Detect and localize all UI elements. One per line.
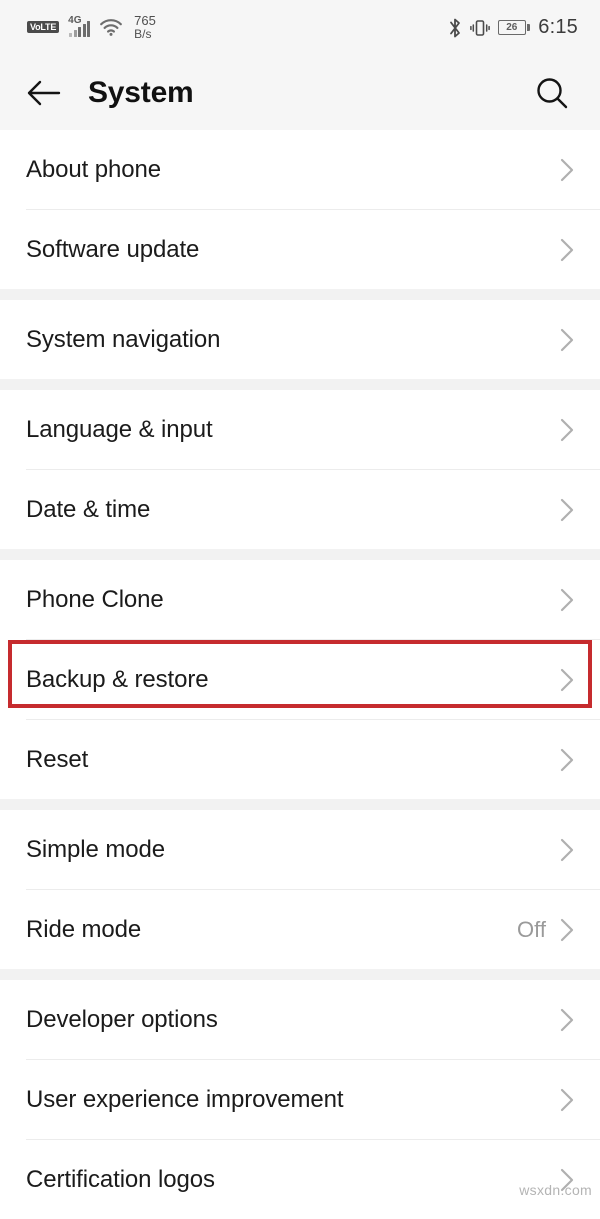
- battery-percent-label: 26: [506, 21, 518, 33]
- chevron-right-icon: [556, 665, 578, 695]
- list-item[interactable]: Phone Clone: [0, 560, 600, 639]
- chevron-right-icon: [556, 415, 578, 445]
- page-title: System: [88, 75, 194, 109]
- list-item[interactable]: Developer options: [0, 980, 600, 1059]
- chevron-right-icon: [556, 1005, 578, 1035]
- list-item-label: Language & input: [26, 415, 213, 443]
- list-item[interactable]: About phone: [0, 130, 600, 209]
- list-item-label: System navigation: [26, 325, 221, 353]
- settings-group: Simple mode Ride mode Off: [0, 810, 600, 969]
- list-item[interactable]: Ride mode Off: [0, 890, 600, 969]
- settings-group: About phone Software update: [0, 130, 600, 289]
- settings-group: Language & input Date & time: [0, 390, 600, 549]
- chevron-right-icon: [556, 835, 578, 865]
- list-item-label: About phone: [26, 155, 162, 183]
- list-item-label: Reset: [26, 745, 89, 773]
- chevron-right-icon: [556, 235, 578, 265]
- network-speed-indicator: 765 B/s: [134, 14, 156, 40]
- cellular-signal-icon: 4G: [68, 15, 91, 38]
- list-item-label: Simple mode: [26, 835, 165, 863]
- list-item[interactable]: System navigation: [0, 300, 600, 379]
- chevron-right-icon: [556, 495, 578, 525]
- list-item[interactable]: Language & input: [0, 390, 600, 469]
- status-bar-left: VoLTE 4G 765 B/s: [27, 14, 156, 40]
- network-generation-label: 4G: [68, 15, 82, 27]
- list-item-label: Ride mode: [26, 915, 142, 943]
- list-item-label: Developer options: [26, 1005, 218, 1033]
- list-item[interactable]: Backup & restore: [0, 640, 600, 719]
- list-item-label: User experience improvement: [26, 1085, 344, 1113]
- bluetooth-icon: [448, 17, 462, 39]
- network-speed-unit: B/s: [134, 27, 152, 42]
- settings-group: Phone Clone Backup & restore Reset: [0, 560, 600, 799]
- list-item[interactable]: Certification logos: [0, 1140, 600, 1219]
- chevron-right-icon: [556, 585, 578, 615]
- chevron-right-icon: [556, 155, 578, 185]
- list-item[interactable]: Software update: [0, 210, 600, 289]
- search-button[interactable]: [529, 70, 575, 116]
- status-bar-right: 26 6:15: [448, 16, 578, 39]
- chevron-right-icon: [556, 325, 578, 355]
- list-item[interactable]: Simple mode: [0, 810, 600, 889]
- list-item[interactable]: Date & time: [0, 470, 600, 549]
- list-item-value: Off: [517, 916, 546, 942]
- list-item-label: Backup & restore: [26, 665, 209, 693]
- list-item-label: Software update: [26, 235, 200, 263]
- list-item-label: Date & time: [26, 495, 151, 523]
- list-item[interactable]: Reset: [0, 720, 600, 799]
- watermark: wsxdn.com: [519, 1182, 592, 1198]
- status-bar: VoLTE 4G 765 B/s 26 6:15: [0, 0, 600, 55]
- back-arrow-icon: [26, 78, 62, 108]
- network-speed-value: 765: [134, 13, 156, 29]
- list-item-label: Certification logos: [26, 1165, 215, 1193]
- battery-icon: 26: [497, 20, 531, 35]
- vibrate-icon: [469, 17, 490, 39]
- settings-list: About phone Software update System navigat…: [0, 130, 600, 1219]
- list-item[interactable]: User experience improvement: [0, 1060, 600, 1139]
- volte-icon: VoLTE: [27, 21, 60, 34]
- chevron-right-icon: [556, 1085, 578, 1115]
- chevron-right-icon: [556, 745, 578, 775]
- chevron-right-icon: [556, 915, 578, 945]
- settings-group: Developer options User experience improve…: [0, 980, 600, 1219]
- wifi-icon: [99, 17, 123, 37]
- settings-group: System navigation: [0, 300, 600, 379]
- app-bar: System: [0, 55, 600, 130]
- back-button[interactable]: [21, 70, 67, 116]
- list-item-label: Phone Clone: [26, 585, 164, 613]
- search-icon: [534, 75, 570, 111]
- status-bar-clock: 6:15: [538, 16, 578, 38]
